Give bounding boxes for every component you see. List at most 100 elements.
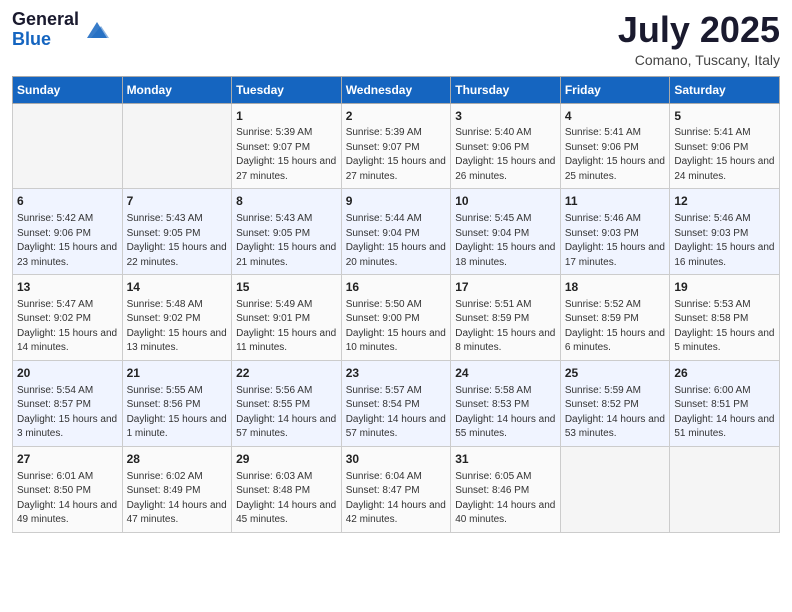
weekday-header-wednesday: Wednesday <box>341 76 451 103</box>
calendar-cell: 9 Sunrise: 5:44 AM Sunset: 9:04 PM Daylig… <box>341 189 451 275</box>
weekday-header-saturday: Saturday <box>670 76 780 103</box>
calendar-cell: 30 Sunrise: 6:04 AM Sunset: 8:47 PM Dayli… <box>341 446 451 532</box>
day-info: Sunrise: 6:00 AM Sunset: 8:51 PM Dayligh… <box>674 384 775 442</box>
day-number: 28 <box>127 451 228 468</box>
calendar-cell: 2Sunrise: 5:39 AM Sunset: 9:07 PM Daylig… <box>341 103 451 189</box>
calendar-cell: 18 Sunrise: 5:52 AM Sunset: 8:59 PM Dayli… <box>560 275 670 361</box>
day-info: Sunrise: 5:44 AM Sunset: 9:04 PM Dayligh… <box>346 212 447 270</box>
calendar-header: General Blue July 2025 Comano, Tuscany, … <box>12 10 780 68</box>
calendar-cell: 7 Sunrise: 5:43 AM Sunset: 9:05 PM Daylig… <box>122 189 232 275</box>
day-info: Sunrise: 5:43 AM Sunset: 9:05 PM Dayligh… <box>127 212 228 270</box>
day-info: Sunrise: 5:59 AM Sunset: 8:52 PM Dayligh… <box>565 384 666 442</box>
calendar-cell: 8 Sunrise: 5:43 AM Sunset: 9:05 PM Daylig… <box>232 189 342 275</box>
calendar-week-row: 13 Sunrise: 5:47 AM Sunset: 9:02 PM Dayli… <box>13 275 780 361</box>
day-info: Sunrise: 5:56 AM Sunset: 8:55 PM Dayligh… <box>236 384 337 442</box>
day-number: 8 <box>236 193 337 210</box>
day-number: 25 <box>565 365 666 382</box>
calendar-week-row: 20 Sunrise: 5:54 AM Sunset: 8:57 PM Dayli… <box>13 360 780 446</box>
day-number: 5 <box>674 108 775 125</box>
day-info: Sunrise: 5:41 AM Sunset: 9:06 PM Dayligh… <box>674 126 775 184</box>
calendar-cell: 22 Sunrise: 5:56 AM Sunset: 8:55 PM Dayli… <box>232 360 342 446</box>
day-number: 13 <box>17 279 118 296</box>
title-block: July 2025 Comano, Tuscany, Italy <box>618 10 780 68</box>
calendar-cell: 15Sunrise: 5:49 AM Sunset: 9:01 PM Dayli… <box>232 275 342 361</box>
day-number: 19 <box>674 279 775 296</box>
location-subtitle: Comano, Tuscany, Italy <box>618 52 780 68</box>
calendar-cell <box>122 103 232 189</box>
day-number: 9 <box>346 193 447 210</box>
day-number: 27 <box>17 451 118 468</box>
day-info: Sunrise: 5:46 AM Sunset: 9:03 PM Dayligh… <box>565 212 666 270</box>
logo-text: General Blue <box>12 10 79 50</box>
calendar-week-row: 1 Sunrise: 5:39 AM Sunset: 9:07 PM Daylig… <box>13 103 780 189</box>
calendar-table: SundayMondayTuesdayWednesdayThursdayFrid… <box>12 76 780 533</box>
day-info: Sunrise: 5:47 AM Sunset: 9:02 PM Dayligh… <box>17 298 118 356</box>
calendar-cell: 14 Sunrise: 5:48 AM Sunset: 9:02 PM Dayli… <box>122 275 232 361</box>
logo-icon <box>83 16 111 44</box>
day-number: 7 <box>127 193 228 210</box>
calendar-week-row: 27Sunrise: 6:01 AM Sunset: 8:50 PM Dayli… <box>13 446 780 532</box>
day-number: 23 <box>346 365 447 382</box>
day-number: 20 <box>17 365 118 382</box>
calendar-cell: 24 Sunrise: 5:58 AM Sunset: 8:53 PM Dayli… <box>451 360 561 446</box>
calendar-cell: 16Sunrise: 5:50 AM Sunset: 9:00 PM Dayli… <box>341 275 451 361</box>
calendar-cell: 25 Sunrise: 5:59 AM Sunset: 8:52 PM Dayli… <box>560 360 670 446</box>
calendar-cell: 13 Sunrise: 5:47 AM Sunset: 9:02 PM Dayli… <box>13 275 123 361</box>
day-info: Sunrise: 5:49 AM Sunset: 9:01 PM Dayligh… <box>236 298 337 356</box>
day-info: Sunrise: 5:42 AM Sunset: 9:06 PM Dayligh… <box>17 212 118 270</box>
day-info: Sunrise: 5:45 AM Sunset: 9:04 PM Dayligh… <box>455 212 556 270</box>
day-number: 17 <box>455 279 556 296</box>
day-number: 26 <box>674 365 775 382</box>
day-number: 22 <box>236 365 337 382</box>
day-info: Sunrise: 5:54 AM Sunset: 8:57 PM Dayligh… <box>17 384 118 442</box>
weekday-header-monday: Monday <box>122 76 232 103</box>
weekday-header-thursday: Thursday <box>451 76 561 103</box>
calendar-cell: 12Sunrise: 5:46 AM Sunset: 9:03 PM Dayli… <box>670 189 780 275</box>
calendar-cell: 20 Sunrise: 5:54 AM Sunset: 8:57 PM Dayli… <box>13 360 123 446</box>
day-info: Sunrise: 5:53 AM Sunset: 8:58 PM Dayligh… <box>674 298 775 356</box>
calendar-cell: 27Sunrise: 6:01 AM Sunset: 8:50 PM Dayli… <box>13 446 123 532</box>
month-title: July 2025 <box>618 10 780 50</box>
day-info: Sunrise: 5:48 AM Sunset: 9:02 PM Dayligh… <box>127 298 228 356</box>
calendar-cell: 3Sunrise: 5:40 AM Sunset: 9:06 PM Daylig… <box>451 103 561 189</box>
day-number: 1 <box>236 108 337 125</box>
calendar-cell: 1Sunrise: 5:39 AM Sunset: 9:07 PM Daylig… <box>232 103 342 189</box>
calendar-cell: 26 Sunrise: 6:00 AM Sunset: 8:51 PM Dayli… <box>670 360 780 446</box>
day-number: 18 <box>565 279 666 296</box>
day-number: 11 <box>565 193 666 210</box>
day-info: Sunrise: 5:43 AM Sunset: 9:05 PM Dayligh… <box>236 212 337 270</box>
calendar-cell: 19 Sunrise: 5:53 AM Sunset: 8:58 PM Dayli… <box>670 275 780 361</box>
calendar-cell: 11 Sunrise: 5:46 AM Sunset: 9:03 PM Dayli… <box>560 189 670 275</box>
day-number: 30 <box>346 451 447 468</box>
day-number: 10 <box>455 193 556 210</box>
day-info: Sunrise: 5:52 AM Sunset: 8:59 PM Dayligh… <box>565 298 666 356</box>
day-info: Sunrise: 5:57 AM Sunset: 8:54 PM Dayligh… <box>346 384 447 442</box>
logo: General Blue <box>12 10 111 50</box>
calendar-cell <box>560 446 670 532</box>
calendar-cell: 10 Sunrise: 5:45 AM Sunset: 9:04 PM Dayli… <box>451 189 561 275</box>
calendar-cell: 17Sunrise: 5:51 AM Sunset: 8:59 PM Dayli… <box>451 275 561 361</box>
day-number: 3 <box>455 108 556 125</box>
logo-general-text: General <box>12 10 79 30</box>
day-number: 21 <box>127 365 228 382</box>
day-number: 31 <box>455 451 556 468</box>
day-number: 6 <box>17 193 118 210</box>
calendar-cell: 29Sunrise: 6:03 AM Sunset: 8:48 PM Dayli… <box>232 446 342 532</box>
day-info: Sunrise: 6:03 AM Sunset: 8:48 PM Dayligh… <box>236 470 337 528</box>
day-number: 2 <box>346 108 447 125</box>
weekday-header-friday: Friday <box>560 76 670 103</box>
day-info: Sunrise: 5:41 AM Sunset: 9:06 PM Dayligh… <box>565 126 666 184</box>
day-number: 24 <box>455 365 556 382</box>
day-info: Sunrise: 5:40 AM Sunset: 9:06 PM Dayligh… <box>455 126 556 184</box>
calendar-cell <box>670 446 780 532</box>
calendar-cell: 6 Sunrise: 5:42 AM Sunset: 9:06 PM Daylig… <box>13 189 123 275</box>
day-info: Sunrise: 5:58 AM Sunset: 8:53 PM Dayligh… <box>455 384 556 442</box>
logo-blue-text: Blue <box>12 30 79 50</box>
weekday-header-tuesday: Tuesday <box>232 76 342 103</box>
calendar-header-row: SundayMondayTuesdayWednesdayThursdayFrid… <box>13 76 780 103</box>
day-info: Sunrise: 6:04 AM Sunset: 8:47 PM Dayligh… <box>346 470 447 528</box>
day-info: Sunrise: 5:39 AM Sunset: 9:07 PM Dayligh… <box>346 126 447 184</box>
calendar-cell: 28Sunrise: 6:02 AM Sunset: 8:49 PM Dayli… <box>122 446 232 532</box>
day-number: 14 <box>127 279 228 296</box>
calendar-cell <box>13 103 123 189</box>
